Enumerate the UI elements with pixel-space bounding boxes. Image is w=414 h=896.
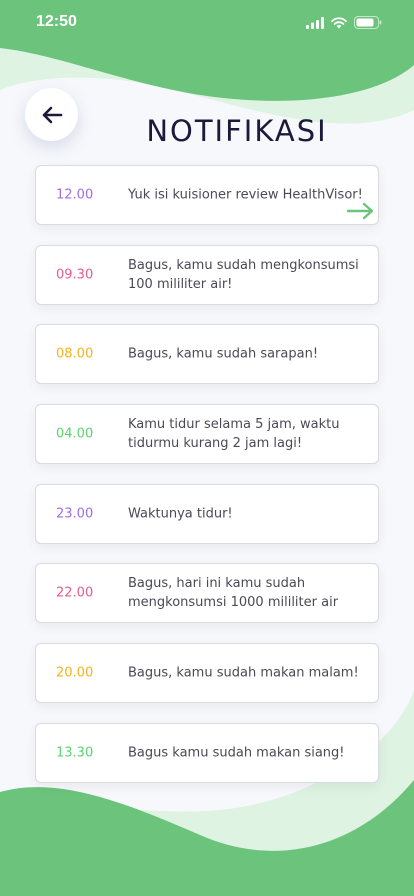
notification-card[interactable]: 12.00 Yuk isi kuisioner review HealthVis… [35, 165, 379, 225]
notification-time: 09.30 [56, 267, 94, 283]
notification-card[interactable]: 22.00 Bagus, hari ini kamu sudah mengkon… [35, 563, 379, 624]
notification-text: Waktunya tidur! [128, 506, 233, 522]
status-icons [306, 16, 382, 29]
signal-icon [306, 16, 324, 29]
notification-text: Yuk isi kuisioner review HealthVisor! [128, 187, 363, 203]
notification-text: Bagus, kamu sudah makan malam! [128, 665, 359, 681]
status-bar: 12:50 [0, 0, 414, 48]
notification-text: Bagus, kamu sudah mengkonsumsi 100 milil… [128, 257, 359, 292]
notification-text: Bagus kamu sudah makan siang! [128, 745, 345, 761]
notification-card[interactable]: 13.30 Bagus kamu sudah makan siang! [35, 722, 379, 783]
wifi-icon [331, 16, 347, 28]
page-title: NOTIFIKASI [146, 114, 328, 148]
notification-time: 13.30 [56, 745, 94, 761]
notification-time: 22.00 [56, 585, 94, 601]
notification-text: Kamu tidur selama 5 jam, waktu tidurmu k… [128, 417, 340, 452]
status-time: 12:50 [36, 13, 77, 30]
notification-time: 04.00 [56, 426, 94, 442]
notification-card[interactable]: 23.00 Waktunya tidur! [35, 483, 379, 544]
battery-icon [354, 16, 382, 29]
notification-text: Bagus, kamu sudah sarapan! [128, 346, 319, 362]
notification-time: 12.00 [56, 187, 94, 203]
notification-time: 23.00 [56, 506, 94, 522]
notification-card[interactable]: 20.00 Bagus, kamu sudah makan malam! [35, 643, 379, 704]
notification-card[interactable]: 09.30 Bagus, kamu sudah mengkonsumsi 100… [35, 244, 379, 305]
notification-card[interactable]: 08.00 Bagus, kamu sudah sarapan! [35, 324, 379, 385]
notification-time: 08.00 [56, 346, 94, 362]
notification-list: 12.00 Yuk isi kuisioner review HealthVis… [35, 165, 379, 803]
notification-text: Bagus, hari ini kamu sudah mengkonsumsi … [128, 576, 339, 611]
arrow-right-icon[interactable] [346, 201, 376, 221]
notification-time: 20.00 [56, 665, 94, 681]
notification-card[interactable]: 04.00 Kamu tidur selama 5 jam, waktu tid… [35, 404, 379, 465]
